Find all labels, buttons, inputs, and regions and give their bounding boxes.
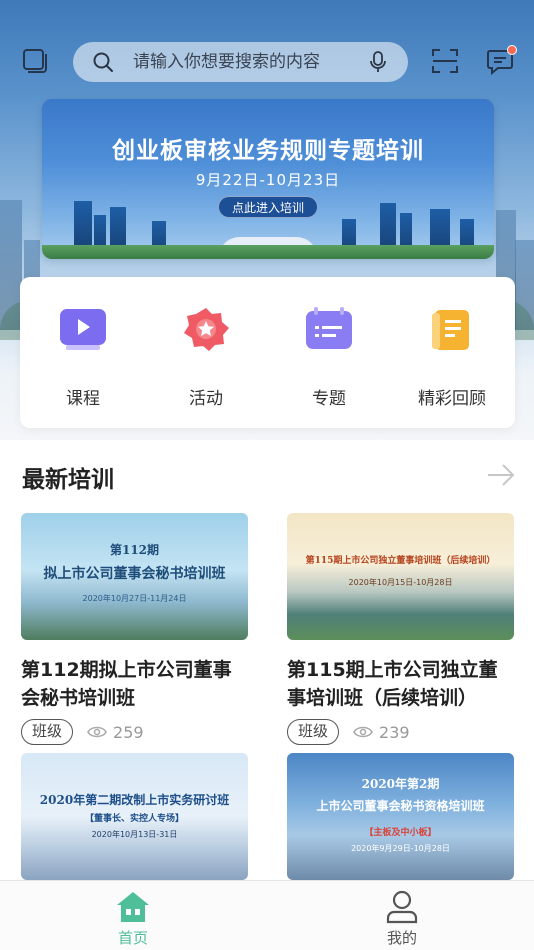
course-thumbnail: 2020年第二期改制上市实务研讨班 【董事长、实控人专场】 2020年10月13… [21, 753, 248, 880]
course-card[interactable]: 第112期 拟上市公司董事会秘书培训班 2020年10月27日-11月24日 第… [21, 513, 248, 746]
category-card: 课程 活动 专题 精彩回顾 [20, 277, 515, 428]
category-highlights[interactable]: 精彩回顾 [397, 307, 507, 409]
nav-profile[interactable]: 我的 [342, 889, 462, 948]
bottom-nav: 首页 我的 [0, 880, 534, 950]
search-input[interactable] [133, 52, 366, 72]
category-label: 活动 [189, 389, 223, 409]
search-bar[interactable] [73, 42, 408, 82]
course-card[interactable]: 2020年第2期 上市公司董事会秘书资格培训班 【主板及中小板】 2020年9月… [287, 753, 514, 880]
class-tag: 班级 [21, 719, 74, 745]
category-label: 精彩回顾 [418, 389, 486, 409]
search-icon [91, 50, 115, 74]
home-icon [115, 889, 151, 925]
view-count: 259 [113, 722, 144, 742]
scan-icon[interactable] [428, 44, 462, 78]
promo-banner[interactable]: 创业板审核业务规则专题培训 9月22日-10月23日 点此进入培训 [42, 99, 494, 259]
video-icon [58, 307, 108, 351]
category-activities[interactable]: 活动 [151, 307, 261, 409]
eye-icon [353, 726, 373, 738]
course-thumbnail: 2020年第2期 上市公司董事会秘书资格培训班 【主板及中小板】 2020年9月… [287, 753, 514, 880]
list-card-icon [304, 307, 354, 351]
nav-home[interactable]: 首页 [73, 889, 193, 948]
course-card[interactable]: 2020年第二期改制上市实务研讨班 【董事长、实控人专场】 2020年10月13… [21, 753, 248, 880]
category-label: 课程 [66, 389, 100, 409]
course-thumbnail: 第115期上市公司独立董事培训班（后续培训） 2020年10月15日-10月28… [287, 513, 514, 640]
course-title: 第112期拟上市公司董事会秘书培训班 [21, 659, 232, 709]
layers-icon[interactable] [18, 44, 52, 78]
enter-training-button[interactable]: 点此进入培训 [218, 196, 318, 218]
notification-dot [507, 45, 517, 55]
star-badge-icon [181, 307, 231, 351]
message-icon[interactable] [483, 44, 517, 78]
section-title: 最新培训 [22, 467, 114, 493]
category-label: 专题 [312, 389, 346, 409]
view-count: 239 [379, 722, 410, 742]
mic-icon[interactable] [366, 50, 390, 74]
nav-label: 首页 [117, 929, 148, 947]
user-icon [384, 889, 420, 925]
eye-icon [87, 726, 107, 738]
document-icon [427, 307, 477, 351]
banner-date: 9月22日-10月23日 [195, 171, 341, 189]
nav-label: 我的 [386, 929, 417, 947]
course-title: 第115期上市公司独立董事培训班（后续培训） [287, 659, 498, 709]
course-thumbnail: 第112期 拟上市公司董事会秘书培训班 2020年10月27日-11月24日 [21, 513, 248, 640]
category-topics[interactable]: 专题 [274, 307, 384, 409]
course-card[interactable]: 第115期上市公司独立董事培训班（后续培训） 2020年10月15日-10月28… [287, 513, 514, 746]
class-tag: 班级 [287, 719, 340, 745]
arrow-right-icon[interactable] [486, 462, 516, 488]
banner-title: 创业板审核业务规则专题培训 [112, 137, 424, 164]
category-courses[interactable]: 课程 [28, 307, 138, 409]
